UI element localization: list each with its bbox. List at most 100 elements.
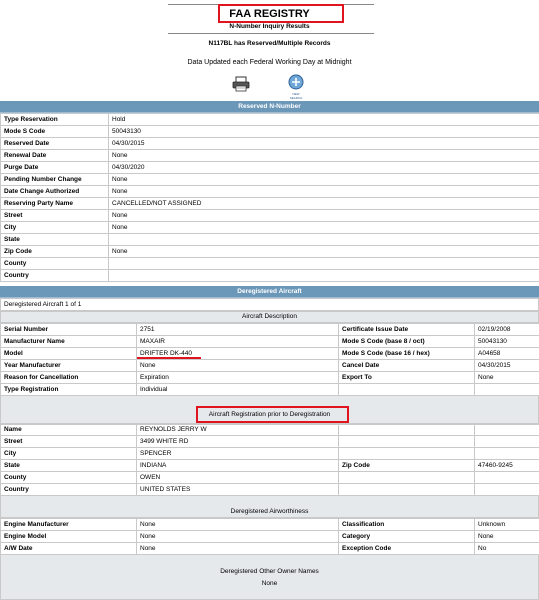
field-value: 50043130 [108,125,539,138]
field-value: 2751 [136,323,339,336]
field-label: County [0,471,137,484]
section-deregistered-title: Deregistered Aircraft [0,286,539,298]
field-value: None [136,518,339,531]
airworthiness-table: Engine Manufacturer None Classification Unk… [0,518,539,555]
table-row: Date Change Authorized None [0,185,539,198]
field-value: OWEN [136,471,339,484]
field-label: Purge Date [0,161,109,174]
field-label: Street [0,209,109,222]
field-value: None [474,530,539,543]
field-label: Zip Code [338,459,475,472]
field-label: Export To [338,371,475,384]
field-label: Reason for Cancellation [0,371,137,384]
field-label: Type Reservation [0,113,109,126]
page-subtitle: N-Number Inquiry Results [229,23,310,30]
field-value: CANCELLED/NOT ASSIGNED [108,197,539,210]
field-value: None [108,209,539,222]
highlight-underline [137,357,201,359]
field-label: A/W Date [0,542,137,555]
field-value: INDIANA [136,459,339,472]
table-row: Pending Number Change None [0,173,539,186]
field-label: Mode S Code [0,125,109,138]
field-label: Street [0,435,137,448]
table-row: Year Manufacturer None Cancel Date 04/30/20… [0,359,539,372]
field-label: Cancel Date [338,359,475,372]
field-label: Country [0,483,137,496]
field-label: City [0,447,137,460]
new-search-label: NEW SEARCH [289,92,303,100]
field-label: Reserved Date [0,137,109,150]
field-label: Classification [338,518,475,531]
field-label [338,471,475,484]
table-row: A/W Date None Exception Code No [0,542,539,555]
field-value: MAXAIR [136,335,339,348]
field-label: Type Registration [0,383,137,396]
field-label: Mode S Code (base 8 / oct) [338,335,475,348]
aircraft-description-table: Serial Number 2751 Certificate Issue Date 0… [0,323,539,396]
field-value: Unknown [474,518,539,531]
table-row: Zip Code None [0,245,539,258]
printer-icon[interactable] [232,76,250,92]
field-value [474,383,539,396]
field-label: Country [0,269,109,282]
field-value: None [108,173,539,186]
field-label: Category [338,530,475,543]
update-note: Data Updated each Federal Working Day at… [187,59,352,66]
table-row: Street 3499 WHITE RD [0,435,539,448]
prior-registration-table: Name REYNOLDS JERRY W Street 3499 WHITE RD C… [0,423,539,496]
field-label: Date Change Authorized [0,185,109,198]
field-value: 3499 WHITE RD [136,435,339,448]
new-search-button[interactable]: NEW SEARCH [286,74,306,100]
table-row: Country UNITED STATES [0,483,539,496]
field-value: 04/30/2015 [108,137,539,150]
field-label: State [0,459,137,472]
field-label: Pending Number Change [0,173,109,186]
field-label: Manufacturer Name [0,335,137,348]
table-row: City None [0,221,539,234]
table-row: Name REYNOLDS JERRY W [0,423,539,436]
field-value: 47460-9245 [474,459,539,472]
field-value: 04/30/2015 [474,359,539,372]
field-value: None [108,221,539,234]
table-row: Engine Manufacturer None Classification Unk… [0,518,539,531]
field-label [338,447,475,460]
other-owners-value: None [261,580,278,587]
field-label: Engine Manufacturer [0,518,137,531]
deregistered-count: Deregistered Aircraft 1 of 1 [0,298,539,311]
table-row: State [0,233,539,246]
record-status: N117BL has Reserved/Multiple Records [208,40,331,47]
table-row: Type Reservation Hold [0,113,539,126]
field-label: Model [0,347,137,360]
table-row: Serial Number 2751 Certificate Issue Date 0… [0,323,539,336]
field-value: A04658 [474,347,539,360]
highlight-box [196,406,349,423]
field-value: REYNOLDS JERRY W [136,423,339,436]
field-value [108,233,539,246]
field-value [474,435,539,448]
table-row: Manufacturer Name MAXAIR Mode S Code (base… [0,335,539,348]
field-value: None [136,542,339,555]
table-row: County [0,257,539,270]
table-row: City SPENCER [0,447,539,460]
field-label: Mode S Code (base 16 / hex) [338,347,475,360]
field-label: City [0,221,109,234]
field-label [338,483,475,496]
table-row: Type Registration Individual [0,383,539,396]
divider [168,33,374,34]
table-row: Reserved Date 04/30/2015 [0,137,539,150]
field-label: Year Manufacturer [0,359,137,372]
field-value: 50043130 [474,335,539,348]
field-value: None [136,530,339,543]
field-label: Name [0,423,137,436]
aircraft-description-title: Aircraft Description [242,313,297,320]
field-value: No [474,542,539,555]
field-value: None [136,359,339,372]
field-label: State [0,233,109,246]
new-search-icon [288,74,304,90]
table-row: Model DRIFTER DK-440 Mode S Code (base 16 … [0,347,539,360]
reserved-table: Type Reservation Hold Mode S Code 50043130 R… [0,113,539,282]
field-value: UNITED STATES [136,483,339,496]
field-value: Individual [136,383,339,396]
table-row: State INDIANA Zip Code 47460-9245 [0,459,539,472]
field-label: Renewal Date [0,149,109,162]
